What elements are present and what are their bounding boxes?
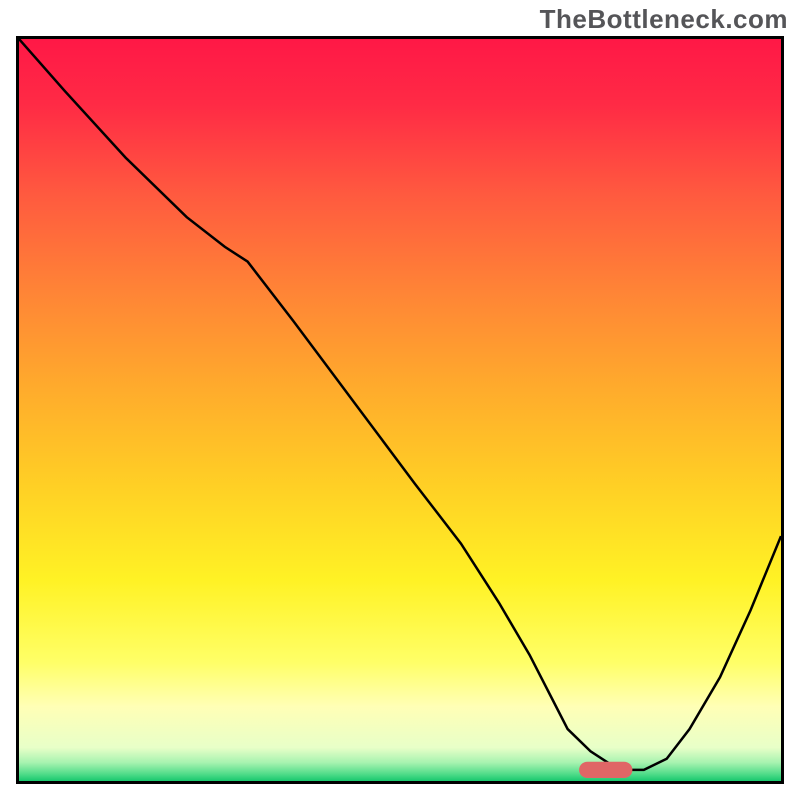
plot-svg: [19, 39, 781, 781]
chart-frame: TheBottleneck.com: [0, 0, 800, 800]
plot-area: [16, 36, 784, 784]
sweet-spot-marker: [579, 762, 632, 778]
watermark-text: TheBottleneck.com: [540, 4, 788, 35]
gradient-bg: [19, 39, 781, 781]
